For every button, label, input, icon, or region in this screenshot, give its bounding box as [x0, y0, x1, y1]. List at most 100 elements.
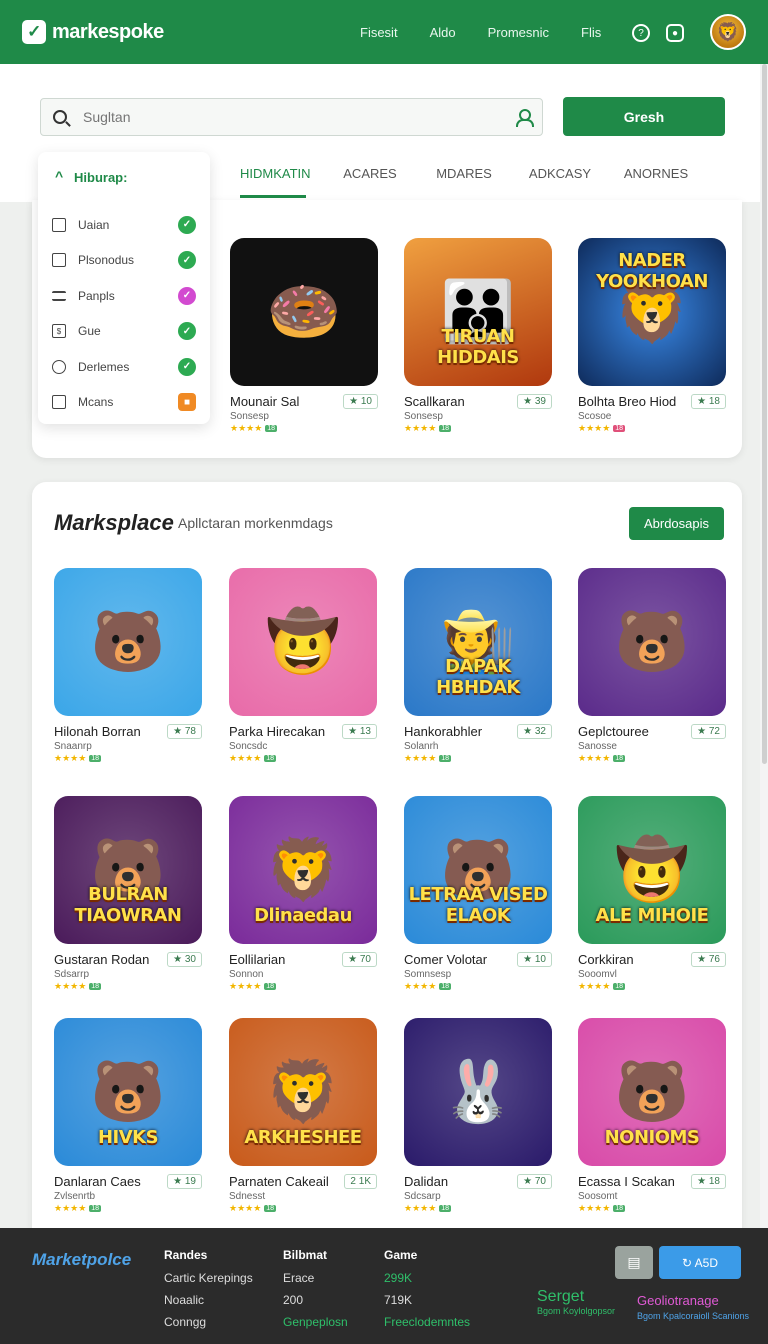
app-tile[interactable]: 🐻 Hilonah Borran ★ 78 Snaanrp ★★★★ 18	[54, 568, 202, 764]
sidebar-item-6[interactable]: Mcans ■	[52, 385, 196, 421]
app-art-icon: 🐻	[614, 1058, 690, 1125]
tab-4[interactable]: ADKCASY	[520, 160, 600, 198]
footer-stat: 719K	[384, 1293, 413, 1307]
store-badge-1[interactable]: Serget Bgom Koylolgopsor	[537, 1288, 615, 1316]
store-badge-2[interactable]: Geoliotranage Bgom Kpalcoraioll Scanions	[637, 1293, 749, 1321]
app-art-icon: 🐻	[614, 608, 690, 675]
footer-link[interactable]: Genpeplosn	[283, 1315, 348, 1329]
footer-link[interactable]: Conngg	[164, 1315, 253, 1329]
main-nav: Fisesit Aldo Promesnic Flis	[360, 0, 633, 64]
app-tile[interactable]: 🐻 LETRAA VISED ELAOK Comer Volotar ★ 10 Somn…	[404, 796, 552, 992]
sidebar-item-4[interactable]: $ Gue ✓	[52, 314, 196, 350]
age-tag-icon: 18	[439, 983, 452, 990]
app-name: Geplctouree	[578, 724, 649, 739]
star-rating: ★★★★ 18	[578, 981, 626, 991]
app-tile[interactable]: 🐻 Geplctouree ★ 72 Sanosse ★★★★ 18	[578, 568, 726, 764]
app-image: 🦁 ARKHESHEE	[229, 1018, 377, 1166]
app-tile[interactable]: 🐻 BULRAN TIAOWRAN Gustaran Rodan ★ 30 Sdsarr…	[54, 796, 202, 992]
app-tile[interactable]: 🐰 Dalidan ★ 70 Sdcsarp ★★★★ 18	[404, 1018, 552, 1214]
status-check-icon: ✓	[178, 357, 196, 376]
app-tile[interactable]: 🧑‍🌾 DAPAK HBHDAK Hankorabhler ★ 32 Solanrh ★★…	[404, 568, 552, 764]
app-art-icon: 🐻	[90, 608, 166, 675]
tab-5[interactable]: ANORNES	[616, 160, 696, 198]
app-tile[interactable]: 🦁 NADER YOOKHOAN Bolhta Breo Hiod ★ 18 Sc…	[578, 238, 726, 434]
app-image: 🐻 NONIOMS	[578, 1018, 726, 1166]
app-tile[interactable]: 🤠 Parka Hirecakan ★ 13 Soncsdc ★★★★ 18	[229, 568, 377, 764]
rating-badge: ★ 30	[167, 952, 202, 967]
sidebar-title: Hiburap:	[74, 170, 128, 185]
age-tag-icon: 18	[613, 983, 626, 990]
sidebar-item-3[interactable]: Panpls ✓	[52, 278, 196, 314]
rating-badge: ★ 76	[691, 952, 726, 967]
app-name: Parnaten Cakeail	[229, 1174, 329, 1189]
app-store-button[interactable]: ↻ A5D	[659, 1246, 741, 1279]
rating-badge: ★ 78	[167, 724, 202, 739]
app-tile[interactable]: 🐻 HIVKS Danlaran Caes ★ 19 Zvlsenrtb ★★★★ 18	[54, 1018, 202, 1214]
app-art-text: TIRUAN HIDDAIS	[437, 326, 519, 368]
nav-link-4[interactable]: Flis	[581, 25, 601, 40]
tab-3[interactable]: MDARES	[426, 160, 502, 198]
app-image: 🧑‍🌾 DAPAK HBHDAK	[404, 568, 552, 716]
app-name: Eollilarian	[229, 952, 286, 967]
app-tile[interactable]: 🦁 Dlinaedau Eollilarian ★ 70 Sonnon ★★★★ 18	[229, 796, 377, 992]
scrollbar-thumb[interactable]	[762, 64, 767, 764]
rating-badge: ★ 10	[517, 952, 552, 967]
user-avatar[interactable]: 🦁	[710, 14, 746, 50]
app-art-icon: 🐰	[440, 1058, 516, 1125]
sidebar-item-1[interactable]: Uaian ✓	[52, 207, 196, 243]
browse-apps-button[interactable]: Abrdosapis	[629, 507, 724, 540]
app-tile[interactable]: 👪 TIRUAN HIDDAIS Scallkaran ★ 39 Sonsesp …	[404, 238, 552, 434]
user-search-icon[interactable]	[516, 109, 534, 127]
status-check-icon: ✓	[178, 251, 196, 270]
nav-link-2[interactable]: Aldo	[430, 25, 456, 40]
status-check-icon: ✓	[178, 286, 196, 305]
age-tag-icon: 18	[264, 755, 277, 762]
footer-link[interactable]: Noaalic	[164, 1293, 253, 1307]
footer-stat: 299K	[384, 1271, 413, 1285]
app-tile[interactable]: 🦁 ARKHESHEE Parnaten Cakeail 2 1K Sdnesst ★★★…	[229, 1018, 377, 1214]
footer-link[interactable]: 200	[283, 1293, 348, 1307]
app-tile[interactable]: 🤠 ALE MIHOIE Corkkiran ★ 76 Sooomvl ★★★★ 18	[578, 796, 726, 992]
help-icon[interactable]: ?	[632, 24, 650, 42]
store-sub: Bgom Kpalcoraioll Scanions	[637, 1311, 750, 1321]
app-name: Danlaran Caes	[54, 1174, 141, 1189]
app-art-text: ALE MIHOIE	[595, 905, 709, 926]
search-icon	[53, 110, 67, 124]
brand-logo[interactable]: ✓ markespoke	[22, 20, 164, 44]
tab-1[interactable]: HIDMKATIN	[240, 160, 311, 198]
app-image: 👪 TIRUAN HIDDAIS	[404, 238, 552, 386]
star-rating: ★★★★ 18	[54, 753, 102, 763]
brand-name: markespoke	[52, 20, 164, 43]
footer-link[interactable]: Erace	[283, 1271, 348, 1285]
sidebar-header[interactable]: Hiburap:	[54, 168, 196, 186]
app-tile[interactable]: 🍩 Mounair Sal ★ 10 Sonsesp ★★★★ 18	[230, 238, 378, 434]
footer-brand[interactable]: Marketpolce	[32, 1250, 131, 1270]
nav-link-3[interactable]: Promesnic	[488, 25, 549, 40]
app-name: Mounair Sal	[230, 394, 300, 409]
search-input[interactable]	[83, 109, 516, 125]
page-scrollbar[interactable]	[760, 64, 768, 1228]
tab-2[interactable]: ACARES	[332, 160, 408, 198]
app-art-text: DAPAK HBHDAK	[436, 656, 520, 698]
sidebar-item-label: Uaian	[78, 217, 110, 232]
sidebar-item-2[interactable]: Plsonodus ✓	[52, 243, 196, 279]
app-name: Ecassa I Scakan	[578, 1174, 675, 1189]
app-image: 🤠	[229, 568, 377, 716]
footer-link[interactable]: Freeclodemntes	[384, 1315, 470, 1329]
app-category: Somnsesp	[404, 969, 452, 980]
grid-view-button[interactable]: ▤	[615, 1246, 653, 1279]
rating-badge: ★ 18	[691, 1174, 726, 1189]
app-name: Bolhta Breo Hiod	[578, 394, 677, 409]
app-tile[interactable]: 🐻 NONIOMS Ecassa I Scakan ★ 18 Soosomt ★★★★ 18	[578, 1018, 726, 1214]
star-rating: ★★★★ 18	[578, 753, 626, 763]
chevron-up-icon	[54, 168, 66, 184]
chat-icon[interactable]: ●	[666, 24, 684, 42]
age-tag-icon: 18	[613, 755, 626, 762]
nav-link-1[interactable]: Fisesit	[360, 25, 398, 40]
search-button[interactable]: Gresh	[563, 97, 725, 136]
sidebar-item-5[interactable]: Derlemes ✓	[52, 349, 196, 385]
app-art-icon: 🤠	[265, 608, 341, 675]
app-image: 🦁 Dlinaedau	[229, 796, 377, 944]
footer-link[interactable]: Cartic Kerepings	[164, 1271, 253, 1285]
footer-col-title: Randes	[164, 1248, 208, 1262]
